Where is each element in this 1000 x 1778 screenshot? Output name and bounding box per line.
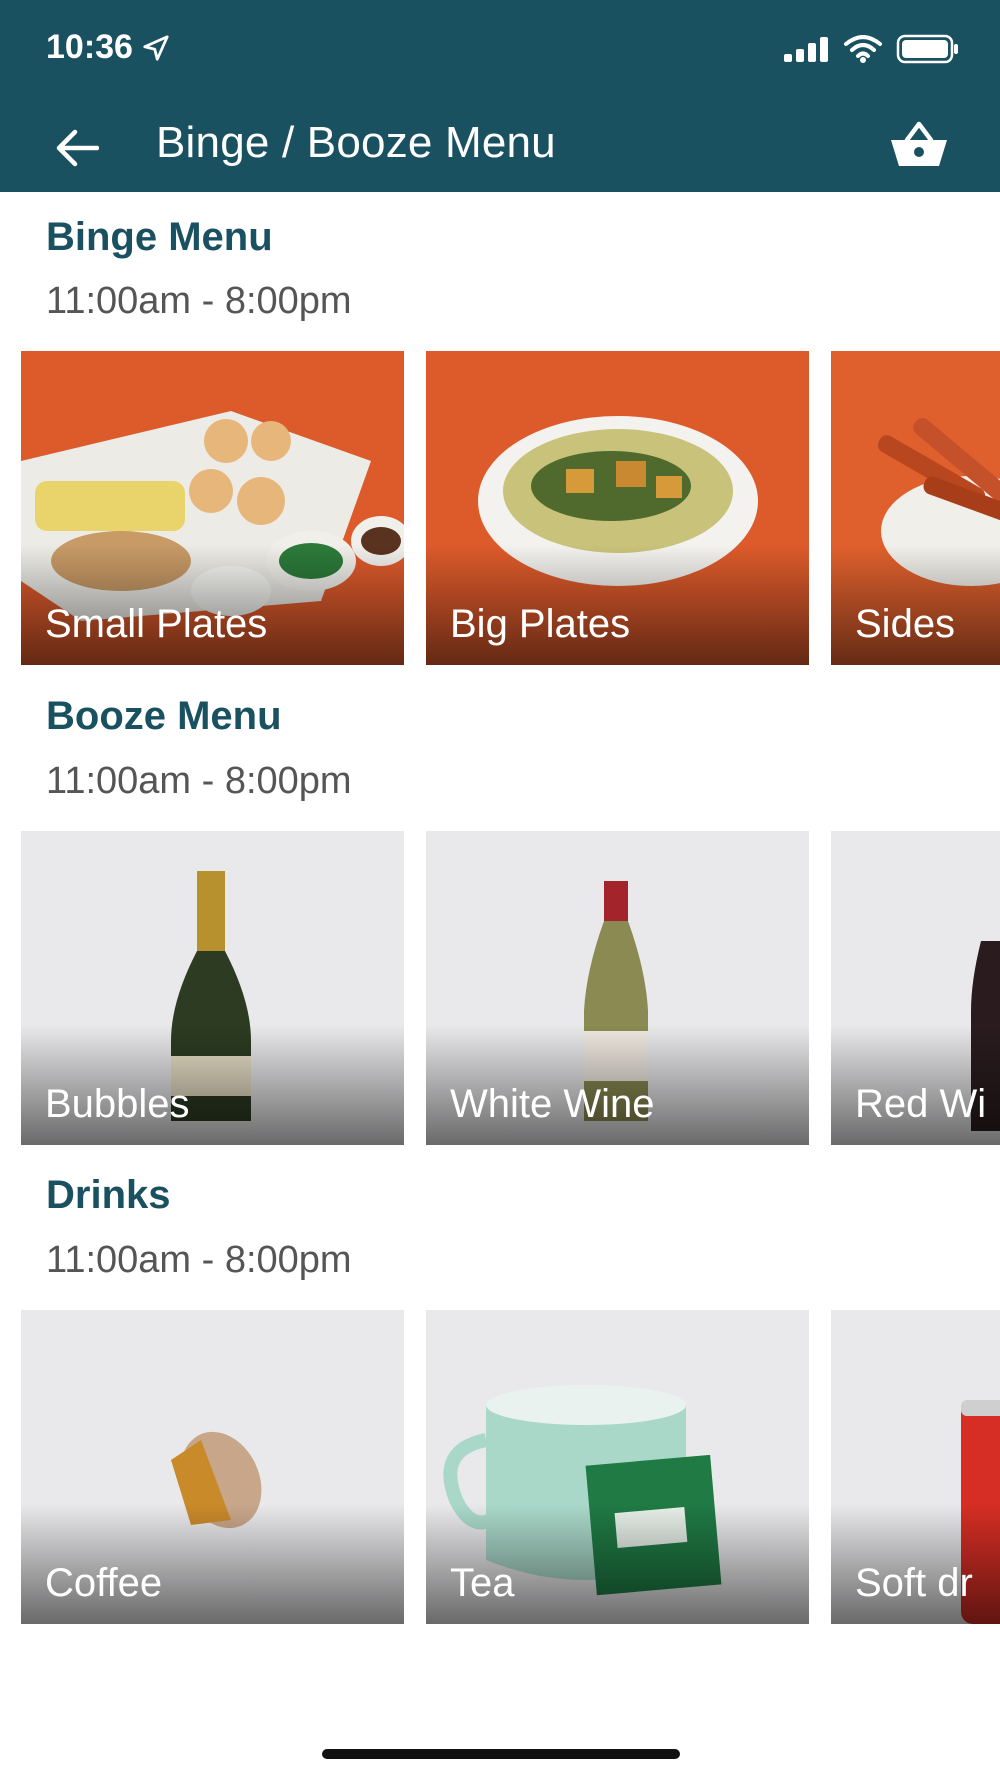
location-arrow-icon — [143, 34, 169, 61]
category-tile-big-plates[interactable]: Big Plates — [426, 351, 809, 665]
status-time: 10:36 — [46, 28, 171, 67]
category-tile-soft-drinks[interactable]: Soft dr — [831, 1310, 1000, 1624]
category-tile-white-wine[interactable]: White Wine — [426, 831, 809, 1145]
cellular-signal-icon — [784, 37, 828, 62]
page-title: Binge / Booze Menu — [156, 118, 556, 167]
tile-label: Small Plates — [45, 602, 268, 646]
basket-button[interactable] — [884, 114, 954, 176]
basket-icon — [891, 121, 947, 166]
tile-label: Coffee — [45, 1561, 163, 1605]
home-indicator[interactable] — [322, 1749, 680, 1759]
back-button[interactable] — [48, 120, 104, 176]
category-row-binge[interactable]: Small Plates Big Plates Sides — [21, 351, 1000, 665]
category-tile-tea[interactable]: Tea — [426, 1310, 809, 1624]
tile-label: White Wine — [450, 1082, 655, 1126]
category-tile-bubbles[interactable]: Bubbles — [21, 831, 404, 1145]
tile-label: Big Plates — [450, 602, 631, 646]
section-title-booze: Booze Menu — [46, 694, 282, 738]
category-tile-sides[interactable]: Sides — [831, 351, 1000, 665]
section-hours-drinks: 11:00am - 8:00pm — [46, 1239, 352, 1281]
back-arrow-icon — [56, 129, 99, 167]
category-row-drinks[interactable]: Coffee Tea Soft dr — [21, 1310, 1000, 1624]
section-hours-binge: 11:00am - 8:00pm — [46, 280, 352, 322]
tile-label: Bubbles — [45, 1082, 190, 1126]
category-row-booze[interactable]: Bubbles White Wine Red Wi — [21, 831, 1000, 1145]
tile-label: Red Wi — [855, 1082, 987, 1126]
tile-label: Sides — [855, 602, 956, 646]
tile-label: Tea — [450, 1561, 515, 1605]
tile-label: Soft dr — [855, 1561, 973, 1605]
category-tile-coffee[interactable]: Coffee — [21, 1310, 404, 1624]
battery-icon — [896, 34, 958, 64]
status-time-text: 10:36 — [46, 28, 133, 66]
category-tile-small-plates[interactable]: Small Plates — [21, 351, 404, 665]
category-tile-red-wine[interactable]: Red Wi — [831, 831, 1000, 1145]
app-header: 10:36 Binge / Booze Menu — [0, 0, 1000, 192]
section-hours-booze: 11:00am - 8:00pm — [46, 760, 352, 802]
wifi-icon — [844, 35, 882, 63]
status-icons — [784, 34, 960, 64]
section-title-binge: Binge Menu — [46, 215, 273, 259]
section-title-drinks: Drinks — [46, 1173, 171, 1217]
